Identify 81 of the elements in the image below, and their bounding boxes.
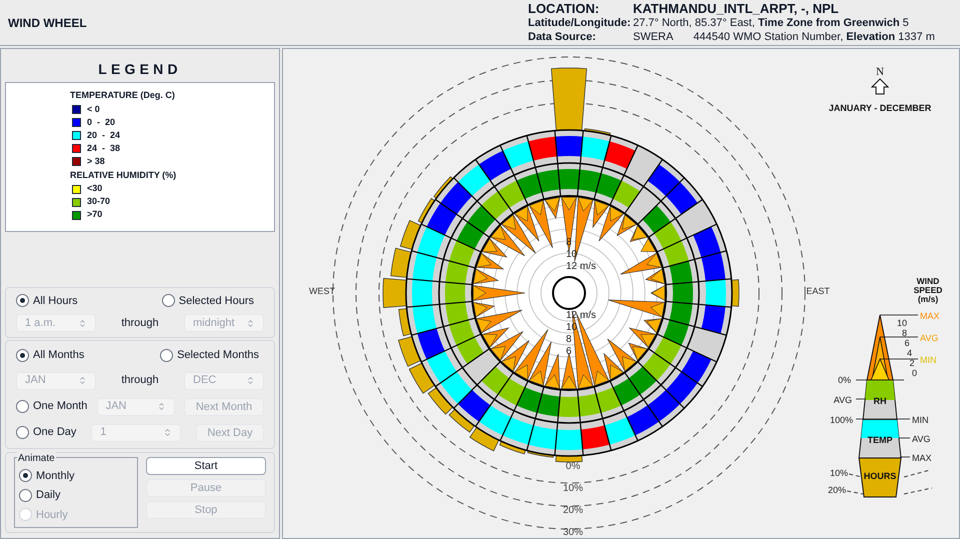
legend-label: 24 - 38 xyxy=(87,142,120,155)
east-label: EAST xyxy=(806,286,830,296)
hours-tick-label: 20% xyxy=(828,485,846,495)
speed-tick-label: 2 xyxy=(910,358,914,368)
legend-label: 20 - 24 xyxy=(87,128,120,142)
wind-speed-title: WIND xyxy=(916,276,940,286)
through-label: through xyxy=(121,373,159,388)
rh-high-label: 100% xyxy=(830,415,853,425)
radio-label: Selected Hours xyxy=(178,294,254,308)
radio-label: One Day xyxy=(33,425,76,440)
stepper-icon xyxy=(246,318,255,328)
radio-label: Selected Months xyxy=(177,348,259,363)
radio-label: One Month xyxy=(33,399,88,414)
period-label: JANUARY - DECEMBER xyxy=(828,103,932,113)
temp-label: TEMP xyxy=(868,435,892,445)
radio-label: Hourly xyxy=(36,508,68,522)
location-label: LOCATION: xyxy=(528,2,600,16)
stepper-icon xyxy=(78,318,87,328)
radio-label: Monthly xyxy=(36,468,75,484)
max-label: MAX xyxy=(920,311,940,321)
radio-button[interactable] xyxy=(19,488,32,502)
speed-label: 8 xyxy=(566,237,572,248)
west-label: WEST xyxy=(309,286,335,296)
speed-label: 12 m/s xyxy=(566,261,596,272)
radio-button[interactable] xyxy=(16,294,29,308)
hours-label: HOURS xyxy=(864,471,896,481)
legend-label: < 0 xyxy=(87,102,100,116)
speed-tick-label: 10 xyxy=(897,318,907,328)
speed-tick-label: 0 xyxy=(912,368,917,378)
legend-label: 0 - 20 xyxy=(87,116,116,129)
radio-button[interactable] xyxy=(160,348,174,362)
source-label: Data Source: xyxy=(528,30,597,44)
latlong-value: 27.7° North, 85.37° East, Time Zone from Greenwich 5 xyxy=(633,16,910,30)
radio-button[interactable] xyxy=(162,294,175,308)
legend-label: <30 xyxy=(87,182,102,196)
min-label: MIN xyxy=(920,355,936,365)
speed-label: 8 xyxy=(566,334,572,345)
wind-speed-title: SPEED xyxy=(914,285,942,295)
percent-label: 20% xyxy=(563,505,583,516)
source-value: 444540 WMO Station Number, Elevation 1337 m xyxy=(693,30,935,44)
leader-line xyxy=(880,314,918,360)
rh-avg-label: AVG xyxy=(834,395,852,405)
radio-button[interactable] xyxy=(19,469,32,482)
temp-avg-label: AVG xyxy=(912,434,930,444)
stepper-icon xyxy=(246,376,255,385)
stepper-icon xyxy=(163,428,172,437)
avg-label: AVG xyxy=(920,333,938,343)
stepper-icon xyxy=(78,376,87,385)
north-label: N xyxy=(876,66,884,78)
wind-speed-title: (m/s) xyxy=(918,294,938,304)
speed-tick-label: 4 xyxy=(907,348,912,358)
legend-heading: TEMPERATURE (Deg. C) xyxy=(70,89,176,102)
temp-min-label: MIN xyxy=(912,415,928,425)
radio-label: All Hours xyxy=(33,294,78,308)
temp-max-label: MAX xyxy=(912,453,932,463)
legend-heading: RELATIVE HUMIDITY (%) xyxy=(70,168,178,182)
speed-label: 6 xyxy=(566,346,572,357)
radio-label: All Months xyxy=(33,348,84,363)
radio-label: Daily xyxy=(36,488,60,503)
leader-line xyxy=(846,474,864,494)
speed-tick-label: 8 xyxy=(902,328,907,338)
speed-tick-label: 6 xyxy=(904,338,910,348)
percent-label: 30% xyxy=(563,527,583,538)
latlong-label: Latitude/Longitude: xyxy=(528,16,632,30)
legend-label: 30-70 xyxy=(87,195,110,208)
percent-label: 10% xyxy=(563,483,583,494)
hours-tick-label: 10% xyxy=(830,468,848,478)
location-value: KATHMANDU_INTL_ARPT, -, NPL xyxy=(633,2,840,16)
radio-button[interactable] xyxy=(16,348,29,362)
legend-label: > 38 xyxy=(87,154,105,168)
legend-title: LEGEND xyxy=(98,60,182,79)
through-label: through xyxy=(121,316,159,331)
stepper-icon xyxy=(156,402,166,411)
action-button[interactable]: Start xyxy=(146,456,266,474)
percent-label: 0% xyxy=(566,461,580,472)
source-name: SWERA xyxy=(633,30,674,44)
rh-low-label: 0% xyxy=(838,375,851,385)
north-arrow-icon xyxy=(870,78,890,94)
legend-label: >70 xyxy=(87,208,102,222)
leader-line xyxy=(904,470,932,494)
window-title: WIND WHEEL xyxy=(8,14,88,32)
